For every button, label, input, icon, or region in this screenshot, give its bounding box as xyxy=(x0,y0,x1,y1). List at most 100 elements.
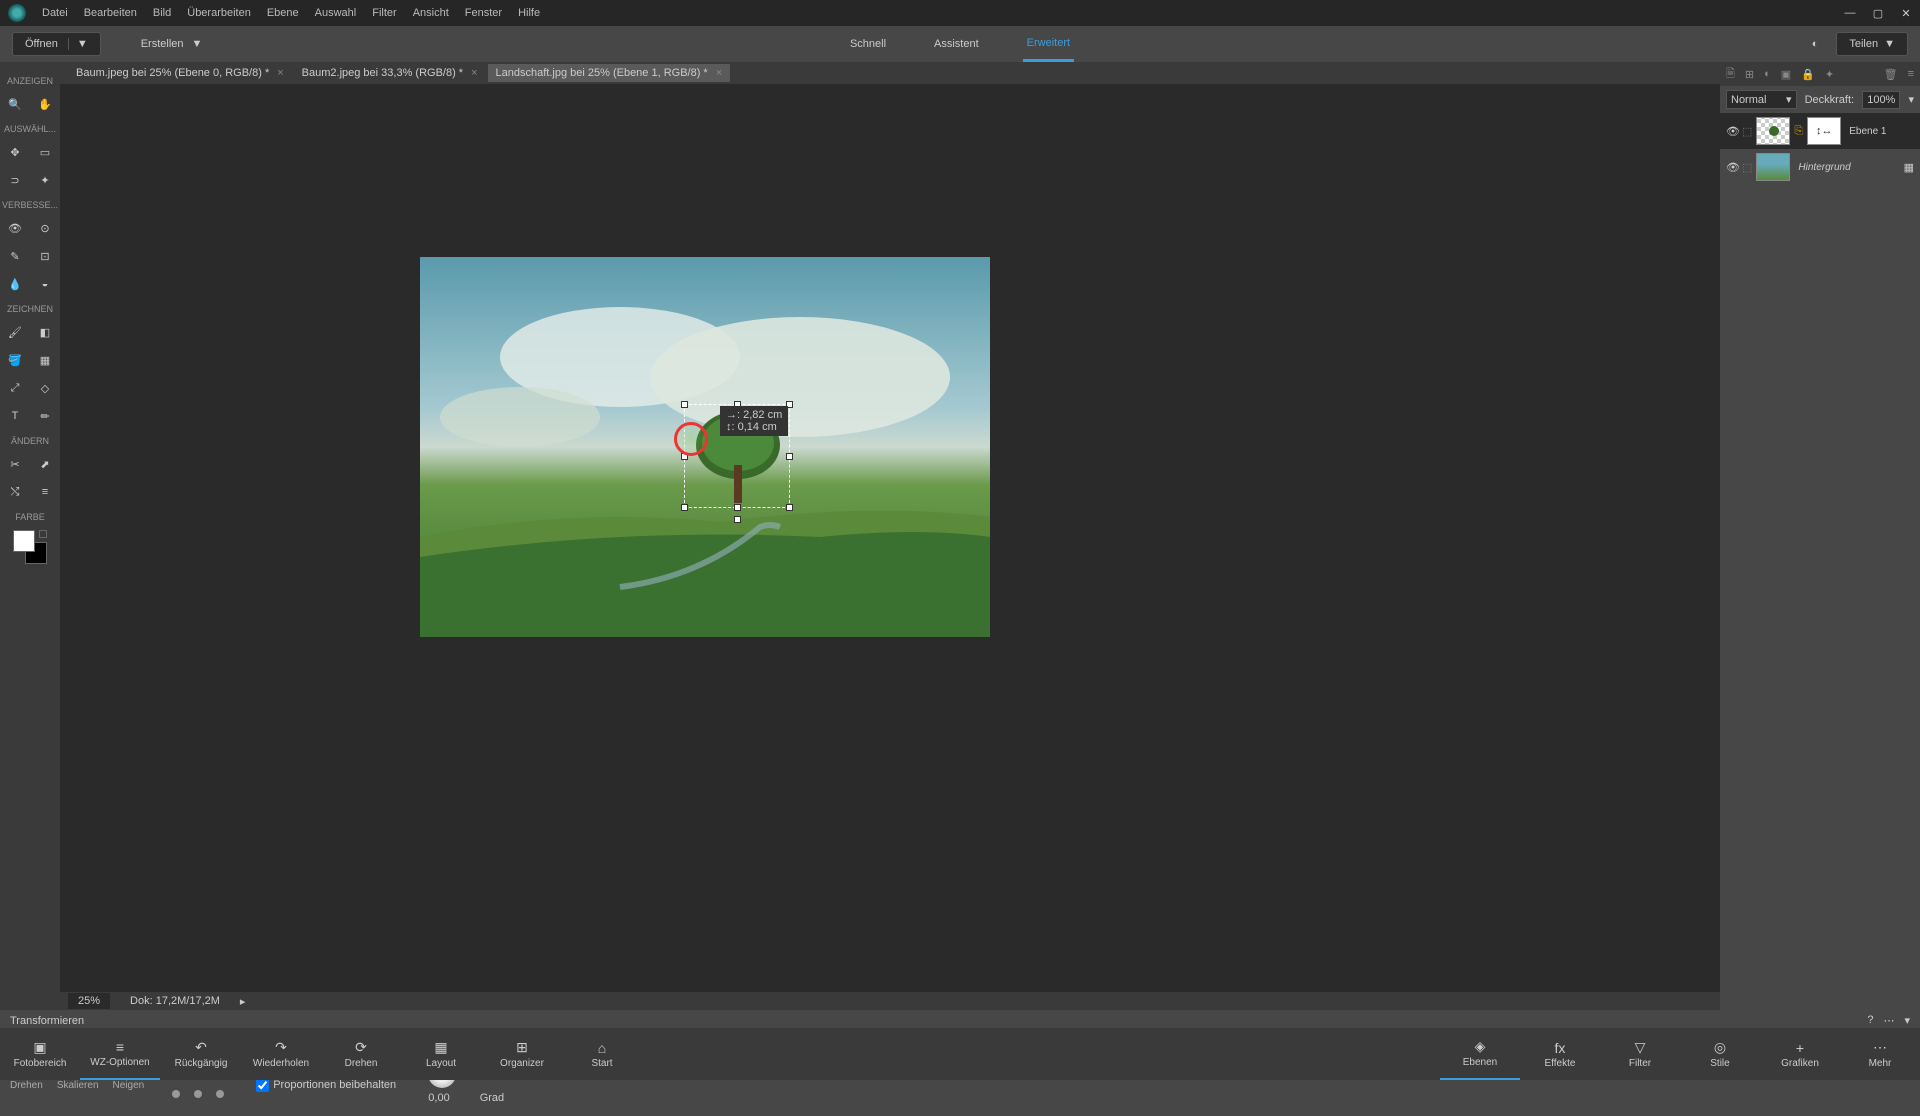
open-button[interactable]: Öffnen ▼ xyxy=(12,32,101,56)
brush-tool-icon[interactable]: 🖌 xyxy=(5,322,25,342)
spot-heal-tool-icon[interactable]: ⊙ xyxy=(35,218,55,238)
handle-mr[interactable] xyxy=(786,453,793,460)
handle-br[interactable] xyxy=(786,504,793,511)
menu-ebene[interactable]: Ebene xyxy=(267,7,299,19)
rotate-handle[interactable] xyxy=(734,516,741,523)
eraser-tool-icon[interactable]: ◧ xyxy=(35,322,55,342)
zoom-tool-icon[interactable]: 🔍 xyxy=(5,94,25,114)
mask-icon[interactable]: ▣ xyxy=(1781,68,1791,81)
close-tab-icon[interactable]: × xyxy=(471,67,477,79)
lock-icon[interactable]: 🔒 xyxy=(1801,68,1815,81)
blur-tool-icon[interactable]: 💧 xyxy=(5,274,25,294)
zoom-level[interactable]: 25% xyxy=(68,993,110,1009)
pencil-tool-icon[interactable]: ✏ xyxy=(35,406,55,426)
layer-row-1[interactable]: 👁 ⬚ ⎘ ↕↔ Ebene 1 xyxy=(1720,113,1920,149)
menu-fenster[interactable]: Fenster xyxy=(465,7,502,19)
handle-bc[interactable] xyxy=(734,504,741,511)
fx-icon[interactable]: ✦ xyxy=(1825,68,1834,81)
options-menu-icon[interactable]: ⋯ xyxy=(1883,1014,1894,1027)
straighten-tool-icon[interactable]: ≡ xyxy=(35,482,55,502)
filters-button[interactable]: ▽Filter xyxy=(1600,1028,1680,1080)
home-button[interactable]: ⌂Start xyxy=(562,1028,642,1080)
doc-tab-2[interactable]: Baum2.jpeg bei 33,3% (RGB/8) *× xyxy=(294,64,486,82)
hand-tool-icon[interactable]: ✋ xyxy=(35,94,55,114)
layer-thumb[interactable] xyxy=(1756,153,1790,181)
type-tool-icon[interactable]: T xyxy=(5,406,25,426)
redo-button[interactable]: ↷Wiederholen xyxy=(241,1028,321,1080)
graphics-button[interactable]: +Grafiken xyxy=(1760,1028,1840,1080)
magic-wand-tool-icon[interactable]: ✦ xyxy=(35,170,55,190)
close-button[interactable]: ✕ xyxy=(1892,0,1920,26)
layer-mask-thumb[interactable]: ↕↔ xyxy=(1807,117,1841,145)
menu-filter[interactable]: Filter xyxy=(372,7,396,19)
mode-quick[interactable]: Schnell xyxy=(846,26,890,62)
link-icon[interactable]: ⬚ xyxy=(1742,125,1752,138)
blend-mode-select[interactable]: Normal▾ xyxy=(1726,90,1797,109)
ref-bc[interactable] xyxy=(194,1090,202,1098)
theme-toggle-icon[interactable]: ◐ xyxy=(1812,38,1819,50)
collapse-icon[interactable]: ▾ xyxy=(1904,1014,1910,1027)
visibility-toggle-icon[interactable]: 👁 xyxy=(1726,161,1738,173)
menu-hilfe[interactable]: Hilfe xyxy=(518,7,540,19)
color-swatches[interactable] xyxy=(13,530,47,564)
close-tab-icon[interactable]: × xyxy=(716,67,722,79)
mode-assist[interactable]: Assistent xyxy=(930,26,983,62)
smart-brush-tool-icon[interactable]: ✎ xyxy=(5,246,25,266)
mode-advanced[interactable]: Erweitert xyxy=(1023,26,1074,62)
expand-icon[interactable]: ▸ xyxy=(240,995,246,1008)
crop-tool-icon[interactable]: ✂ xyxy=(5,454,25,474)
layer-name[interactable]: Ebene 1 xyxy=(1849,126,1886,137)
swap-colors-icon[interactable] xyxy=(39,530,47,538)
styles-button[interactable]: ◎Stile xyxy=(1680,1028,1760,1080)
doc-tab-1[interactable]: Baum.jpeg bei 25% (Ebene 0, RGB/8) *× xyxy=(68,64,292,82)
layer-name[interactable]: Hintergrund xyxy=(1798,162,1850,173)
eyedropper-tool-icon[interactable]: ⤢ xyxy=(5,378,25,398)
more-button[interactable]: ⋯Mehr xyxy=(1840,1028,1920,1080)
maximize-button[interactable]: ▢ xyxy=(1864,0,1892,26)
help-icon[interactable]: ? xyxy=(1867,1014,1873,1027)
menu-auswahl[interactable]: Auswahl xyxy=(315,7,357,19)
clone-stamp-tool-icon[interactable]: ⊡ xyxy=(35,246,55,266)
menu-ueberarbeiten[interactable]: Überarbeiten xyxy=(187,7,251,19)
close-tab-icon[interactable]: × xyxy=(277,67,283,79)
chevron-down-icon[interactable]: ▾ xyxy=(1908,93,1914,106)
menu-datei[interactable]: Datei xyxy=(42,7,68,19)
eye-tool-icon[interactable]: 👁 xyxy=(5,218,25,238)
fill-tool-icon[interactable]: 🪣 xyxy=(5,350,25,370)
layer-group-icon[interactable]: ⊞ xyxy=(1745,68,1754,81)
menu-bearbeiten[interactable]: Bearbeiten xyxy=(84,7,137,19)
link-icon[interactable]: ⬚ xyxy=(1742,161,1752,174)
foreground-swatch[interactable] xyxy=(13,530,35,552)
new-layer-icon[interactable]: 🗎 xyxy=(1726,65,1735,84)
opacity-input[interactable]: 100% xyxy=(1862,91,1900,109)
recompose-tool-icon[interactable]: ⬈ xyxy=(35,454,55,474)
layer-thumb[interactable] xyxy=(1756,117,1790,145)
menu-bild[interactable]: Bild xyxy=(153,7,171,19)
lock-icon[interactable]: ▦ xyxy=(1904,161,1914,174)
photo-bin-button[interactable]: ▣Fotobereich xyxy=(0,1028,80,1080)
shape-tool-icon[interactable]: ◇ xyxy=(35,378,55,398)
layers-button[interactable]: ◈Ebenen xyxy=(1440,1028,1520,1080)
menu-ansicht[interactable]: Ansicht xyxy=(413,7,449,19)
layout-button[interactable]: ▦Layout xyxy=(401,1028,481,1080)
gradient-tool-icon[interactable]: ▦ xyxy=(35,350,55,370)
panel-menu-icon[interactable]: ≡ xyxy=(1908,68,1914,80)
move-tool-icon[interactable]: ✥ xyxy=(5,142,25,162)
tool-options-button[interactable]: ≡WZ-Optionen xyxy=(80,1028,160,1080)
marquee-tool-icon[interactable]: ▭ xyxy=(35,142,55,162)
layer-row-bg[interactable]: 👁 ⬚ Hintergrund ▦ xyxy=(1720,149,1920,185)
handle-tl[interactable] xyxy=(681,401,688,408)
adjustment-icon[interactable]: ◐ xyxy=(1764,68,1771,80)
create-button[interactable]: Erstellen ▼ xyxy=(141,38,203,50)
content-move-tool-icon[interactable]: ⤭ xyxy=(5,482,25,502)
doc-tab-3[interactable]: Landschaft.jpg bei 25% (Ebene 1, RGB/8) … xyxy=(488,64,731,82)
undo-button[interactable]: ↶Rückgängig xyxy=(161,1028,241,1080)
lasso-tool-icon[interactable]: ⊃ xyxy=(5,170,25,190)
chevron-down-icon[interactable]: ▼ xyxy=(68,38,88,50)
sponge-tool-icon[interactable]: ◒ xyxy=(35,274,55,294)
delete-layer-icon[interactable]: 🗑 xyxy=(1884,68,1898,81)
share-button[interactable]: Teilen ▼ xyxy=(1836,32,1908,56)
handle-bl[interactable] xyxy=(681,504,688,511)
rotate-button[interactable]: ⟳Drehen xyxy=(321,1028,401,1080)
constrain-checkbox[interactable] xyxy=(256,1079,269,1092)
